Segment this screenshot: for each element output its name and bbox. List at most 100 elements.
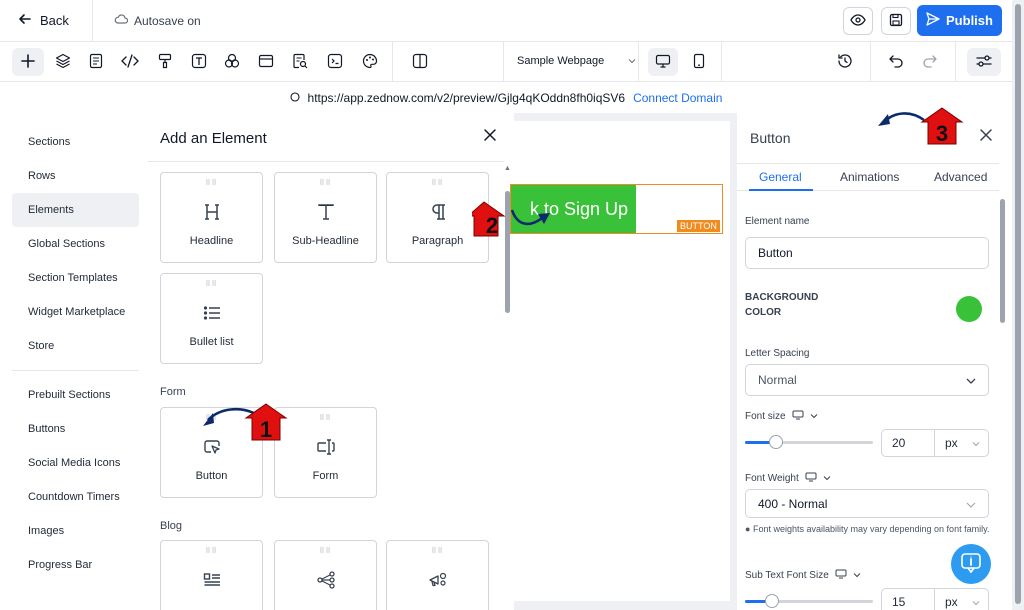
nav-item-elements[interactable]: Elements (12, 193, 139, 227)
preview-button[interactable] (843, 7, 873, 35)
redo-button[interactable] (918, 50, 942, 74)
nav-item-rows[interactable]: Rows (12, 159, 139, 193)
drag-handle-icon[interactable]: ⠿⠿ (205, 548, 217, 555)
split-view-icon (412, 53, 428, 72)
split-view-tool[interactable] (408, 50, 432, 74)
close-settings-button[interactable] (980, 129, 992, 144)
drag-handle-icon[interactable]: ⠿⠿ (205, 281, 217, 288)
page-scrollbar[interactable] (1012, 0, 1024, 610)
editor-toolbar: Sample Webpage (0, 42, 1012, 82)
drag-handle-icon[interactable]: ⠿⠿ (319, 415, 331, 422)
divider (92, 0, 93, 42)
nav-item-store[interactable]: Store (12, 329, 139, 363)
background-color-swatch[interactable] (956, 296, 982, 322)
undo-button[interactable] (884, 50, 908, 74)
circle-icon (289, 91, 300, 105)
element-card-sub-headline[interactable]: ⠿⠿ Sub-Headline (274, 172, 377, 263)
chevron-down-icon[interactable] (823, 473, 831, 484)
chat-info-icon (960, 552, 982, 577)
tab-animations[interactable]: Animations (840, 170, 899, 184)
scroll-up-arrow-icon[interactable]: ▲ (504, 165, 511, 172)
nav-item-countdown-timers[interactable]: Countdown Timers (12, 480, 139, 514)
slider-knob[interactable] (769, 435, 783, 449)
sub-font-size-input[interactable]: 15 (881, 588, 935, 610)
nav-item-buttons[interactable]: Buttons (12, 412, 139, 446)
desktop-icon[interactable] (805, 472, 817, 485)
drag-handle-icon[interactable]: ⠿⠿ (319, 548, 331, 555)
plus-icon (21, 53, 35, 71)
style-tool[interactable] (153, 50, 177, 74)
drag-handle-icon[interactable]: ⠿⠿ (319, 180, 331, 187)
nav-item-global-sections[interactable]: Global Sections (12, 227, 139, 261)
nav-item-images[interactable]: Images (12, 514, 139, 548)
font-size-slider[interactable] (745, 435, 873, 449)
nav-item-section-templates[interactable]: Section Templates (12, 261, 139, 295)
font-weight-select[interactable]: 400 - Normal (745, 489, 989, 518)
pages-tool[interactable] (84, 50, 108, 74)
element-card-headline[interactable]: ⠿⠿ Headline (160, 172, 263, 263)
sub-font-size-slider[interactable] (745, 594, 873, 608)
terminal-tool[interactable] (323, 50, 347, 74)
desktop-icon[interactable] (792, 410, 804, 423)
top-bar: Back Autosave on Publish (0, 0, 1012, 42)
document-icon (89, 53, 103, 72)
element-card-blog-category[interactable]: ⠿⠿ (274, 540, 377, 610)
annotation-number: 1 (260, 417, 272, 442)
nav-item-prebuilt-sections[interactable]: Prebuilt Sections (12, 378, 139, 412)
nav-item-sections[interactable]: Sections (12, 125, 139, 159)
font-weight-note-text: Font weights availability may vary depen… (752, 524, 990, 534)
sliders-icon (976, 54, 992, 71)
save-button[interactable] (881, 7, 911, 35)
drag-handle-icon[interactable]: ⠿⠿ (205, 180, 217, 187)
drag-handle-icon[interactable]: ⠿⠿ (431, 180, 443, 187)
tab-advanced[interactable]: Advanced (934, 170, 987, 184)
desktop-icon[interactable] (835, 569, 847, 582)
arrow-left-icon (18, 12, 32, 29)
shapes-tool[interactable] (220, 50, 244, 74)
mobile-view-button[interactable] (684, 48, 714, 76)
font-size-unit-select[interactable]: px (935, 429, 989, 457)
scrollbar-thumb[interactable] (1015, 4, 1021, 604)
nav-item-widget-marketplace[interactable]: Widget Marketplace (12, 295, 139, 329)
nav-item-progress-bar[interactable]: Progress Bar (12, 548, 139, 582)
code-tool[interactable] (118, 50, 142, 74)
page-canvas[interactable]: k to Sign Up BUTTON (510, 121, 730, 601)
settings-panel-button[interactable] (967, 48, 1001, 76)
history-button[interactable] (833, 50, 857, 74)
letter-spacing-select[interactable]: Normal (745, 364, 989, 396)
text-tool[interactable] (187, 50, 211, 74)
element-card-blog-social[interactable]: ⠿⠿ (386, 540, 489, 610)
page-select[interactable]: Sample Webpage (517, 55, 636, 67)
settings-tabs: General Animations Advanced (737, 163, 999, 191)
scrollbar-thumb[interactable] (1000, 199, 1005, 323)
preview-url[interactable]: https://app.zednow.com/v2/preview/Gjlg4q… (308, 91, 626, 105)
close-panel-button[interactable] (484, 129, 496, 144)
palette-tool[interactable] (358, 50, 382, 74)
seo-tool[interactable] (288, 50, 312, 74)
section-tool[interactable] (254, 50, 278, 74)
chevron-down-icon[interactable] (853, 570, 861, 581)
divider (638, 42, 639, 82)
add-button[interactable] (12, 48, 44, 76)
annotation-number: 3 (936, 121, 948, 146)
layers-icon (55, 53, 71, 72)
sub-font-size-unit-select[interactable]: px (935, 588, 989, 610)
element-card-bullet-list[interactable]: ⠿⠿ Bullet list (160, 273, 263, 364)
slider-knob[interactable] (765, 594, 779, 608)
drag-handle-icon[interactable]: ⠿⠿ (431, 548, 443, 555)
chevron-down-icon[interactable] (810, 411, 818, 422)
font-size-input[interactable]: 20 (881, 429, 935, 457)
publish-button[interactable]: Publish (917, 5, 1002, 36)
desktop-view-button[interactable] (648, 48, 678, 76)
element-card-blog-list[interactable]: ⠿⠿ (160, 540, 263, 610)
headline-icon (203, 201, 221, 223)
layers-tool[interactable] (51, 50, 75, 74)
nav-item-social-media-icons[interactable]: Social Media Icons (12, 446, 139, 480)
tab-general[interactable]: General (759, 170, 802, 184)
page-select-value: Sample Webpage (517, 55, 605, 67)
connect-domain-link[interactable]: Connect Domain (633, 91, 722, 105)
active-tab-indicator (749, 189, 813, 191)
help-chat-button[interactable] (951, 544, 991, 584)
element-name-input[interactable]: Button (745, 237, 989, 269)
back-button[interactable]: Back (18, 12, 69, 29)
